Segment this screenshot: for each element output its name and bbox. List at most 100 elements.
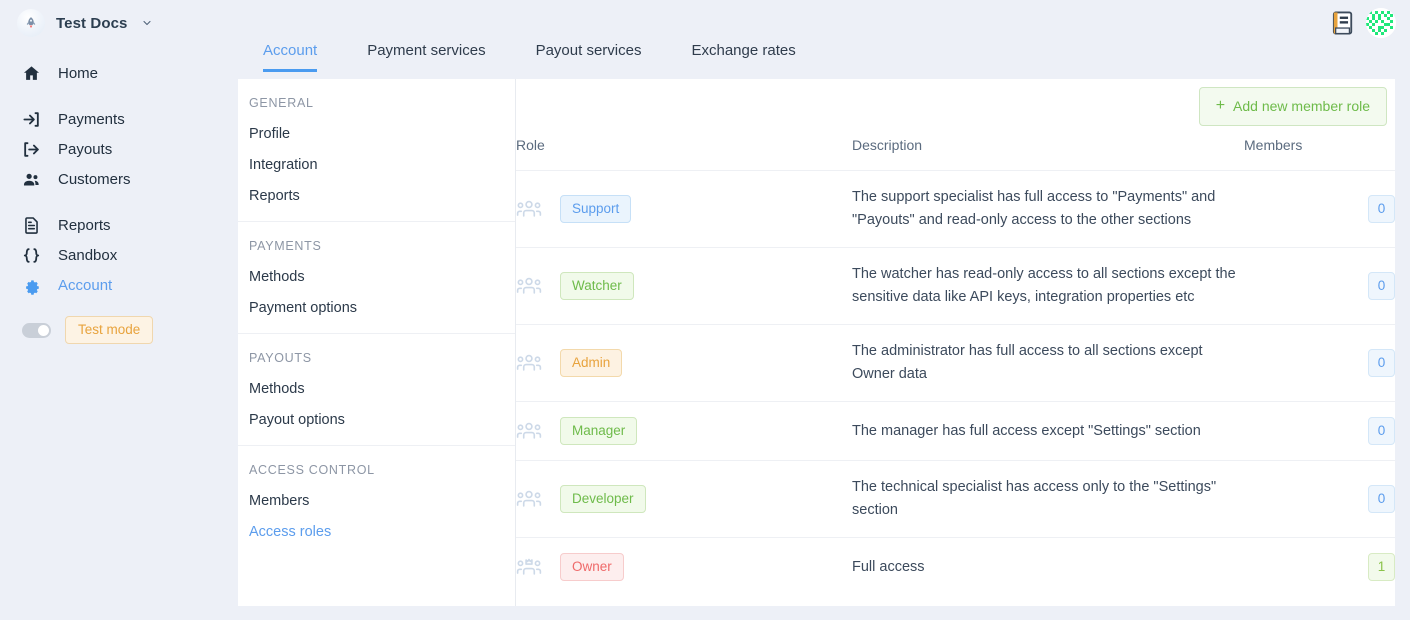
table-row[interactable]: Admin The administrator has full access t… bbox=[516, 324, 1395, 402]
avatar[interactable] bbox=[1366, 8, 1396, 38]
tab-exchange-rates[interactable]: Exchange rates bbox=[666, 38, 820, 72]
submenu-item-methods[interactable]: Methods bbox=[249, 262, 515, 293]
cell-members: 0 bbox=[1244, 247, 1395, 325]
cell-description: Full access bbox=[852, 537, 1244, 596]
role-badge[interactable]: Support bbox=[560, 195, 632, 223]
table-row[interactable]: Watcher The watcher has read-only access … bbox=[516, 247, 1395, 325]
plus-icon: + bbox=[1215, 97, 1226, 114]
cell-members: 0 bbox=[1244, 460, 1395, 538]
role-wrap: Manager bbox=[516, 417, 852, 445]
test-mode-badge: Test mode bbox=[65, 316, 154, 344]
role-wrap: Watcher bbox=[516, 272, 852, 300]
column-header-description: Description bbox=[852, 137, 923, 153]
sidebar-item-customers[interactable]: Customers bbox=[0, 164, 238, 194]
submenu-group-title: GENERAL bbox=[249, 96, 314, 110]
primary-sidebar: Test Docs Home Payments Payouts Customers Re… bbox=[0, 0, 238, 620]
cell-role: Owner bbox=[516, 537, 852, 596]
table-row[interactable]: Manager The manager has full access excep… bbox=[516, 401, 1395, 461]
tab-payment-services[interactable]: Payment services bbox=[342, 38, 510, 72]
test-mode-row: Test mode bbox=[0, 316, 238, 344]
sidebar-item-label: Home bbox=[58, 64, 99, 82]
book-icon[interactable] bbox=[1332, 11, 1354, 35]
table-row[interactable]: Support The support specialist has full a… bbox=[516, 170, 1395, 248]
sidebar-item-label: Payouts bbox=[58, 140, 113, 158]
add-button-label: Add new member role bbox=[1233, 98, 1370, 114]
submenu-group: PAYMENTS Methods Payment options bbox=[238, 222, 515, 324]
submenu-group-title: PAYOUTS bbox=[249, 351, 312, 365]
primary-tabs: Account Payment services Payout services Ex… bbox=[238, 38, 821, 79]
sidebar-item-home[interactable]: Home bbox=[0, 58, 238, 88]
rocket-icon bbox=[17, 9, 45, 37]
sidebar-item-label: Reports bbox=[58, 216, 111, 234]
submenu-item-payout-options[interactable]: Payout options bbox=[249, 405, 515, 436]
role-badge[interactable]: Admin bbox=[560, 349, 623, 377]
users-group-crown-icon bbox=[516, 557, 542, 577]
users-group-icon bbox=[516, 199, 542, 219]
column-header-members: Members bbox=[1244, 137, 1303, 153]
sidebar-item-label: Sandbox bbox=[58, 246, 118, 264]
submenu-item-reports[interactable]: Reports bbox=[249, 181, 515, 212]
users-group-icon bbox=[516, 353, 542, 373]
submenu-group: GENERAL Profile Integration Reports bbox=[238, 79, 515, 212]
tab-payout-services[interactable]: Payout services bbox=[511, 38, 667, 72]
member-count-badge[interactable]: 0 bbox=[1368, 417, 1395, 445]
home-icon bbox=[22, 64, 41, 83]
cell-members: 0 bbox=[1244, 401, 1395, 461]
sidebar-nav-group: Reports Sandbox Account bbox=[0, 210, 238, 300]
submenu-group-title: PAYMENTS bbox=[249, 239, 322, 253]
member-count-badge[interactable]: 0 bbox=[1368, 349, 1395, 377]
sidebar-item-sandbox[interactable]: Sandbox bbox=[0, 240, 238, 270]
submenu-group-title: ACCESS CONTROL bbox=[249, 463, 375, 477]
test-mode-toggle[interactable] bbox=[22, 322, 51, 338]
submenu-item-integration[interactable]: Integration bbox=[249, 150, 515, 181]
role-wrap: Owner bbox=[516, 553, 852, 581]
add-new-member-role-button[interactable]: + Add new member role bbox=[1198, 87, 1387, 126]
table-row[interactable]: Developer The technical specialist has ac… bbox=[516, 460, 1395, 538]
column-header-role: Role bbox=[516, 137, 545, 153]
sidebar-item-payouts[interactable]: Payouts bbox=[0, 134, 238, 164]
submenu-item-payment-options[interactable]: Payment options bbox=[249, 293, 515, 324]
submenu-item-access-roles[interactable]: Access roles bbox=[249, 517, 515, 548]
access-roles-table: Role Description Members Support The supp… bbox=[516, 137, 1395, 596]
cell-description: The support specialist has full access t… bbox=[852, 170, 1244, 248]
chevron-down-icon[interactable] bbox=[141, 17, 153, 29]
sidebar-item-account[interactable]: Account bbox=[0, 270, 238, 300]
member-count-badge[interactable]: 0 bbox=[1368, 195, 1395, 223]
sidebar-item-label: Account bbox=[58, 276, 113, 294]
users-group-icon bbox=[516, 489, 542, 509]
role-badge[interactable]: Developer bbox=[560, 485, 646, 513]
sidebar-item-payments[interactable]: Payments bbox=[0, 104, 238, 134]
topbar-actions bbox=[1332, 8, 1396, 38]
role-badge[interactable]: Watcher bbox=[560, 272, 634, 300]
sidebar-nav-group: Payments Payouts Customers bbox=[0, 104, 238, 194]
member-count-badge[interactable]: 0 bbox=[1368, 485, 1395, 513]
submenu-item-members[interactable]: Members bbox=[249, 486, 515, 517]
document-icon bbox=[22, 216, 41, 235]
workspace-name: Test Docs bbox=[56, 14, 128, 32]
sidebar-nav: Home Payments Payouts Customers Reports Sandb… bbox=[0, 58, 238, 300]
cell-members: 0 bbox=[1244, 170, 1395, 248]
member-count-badge[interactable]: 1 bbox=[1368, 553, 1395, 581]
sidebar-item-reports[interactable]: Reports bbox=[0, 210, 238, 240]
main-content: + Add new member role Role Description M… bbox=[516, 79, 1395, 606]
table-row[interactable]: Owner Full access 1 bbox=[516, 537, 1395, 596]
users-group-icon bbox=[516, 276, 542, 296]
settings-submenu: GENERAL Profile Integration Reports PAYMENTS… bbox=[238, 79, 516, 606]
role-wrap: Developer bbox=[516, 485, 852, 513]
cell-role: Watcher bbox=[516, 247, 852, 325]
member-count-badge[interactable]: 0 bbox=[1368, 272, 1395, 300]
submenu-item-methods[interactable]: Methods bbox=[249, 374, 515, 405]
sidebar-item-label: Payments bbox=[58, 110, 125, 128]
workspace-switcher[interactable]: Test Docs bbox=[0, 0, 238, 46]
role-wrap: Support bbox=[516, 195, 852, 223]
tab-account[interactable]: Account bbox=[238, 38, 342, 72]
submenu-item-profile[interactable]: Profile bbox=[249, 119, 515, 150]
cell-members: 1 bbox=[1244, 537, 1395, 596]
role-badge[interactable]: Owner bbox=[560, 553, 624, 581]
role-badge[interactable]: Manager bbox=[560, 417, 638, 445]
cell-description: The technical specialist has access only… bbox=[852, 460, 1244, 538]
table-body: Support The support specialist has full a… bbox=[516, 170, 1395, 596]
table-header-row: Role Description Members bbox=[516, 137, 1395, 171]
arrow-into-bracket-icon bbox=[22, 110, 41, 129]
cell-role: Support bbox=[516, 170, 852, 248]
